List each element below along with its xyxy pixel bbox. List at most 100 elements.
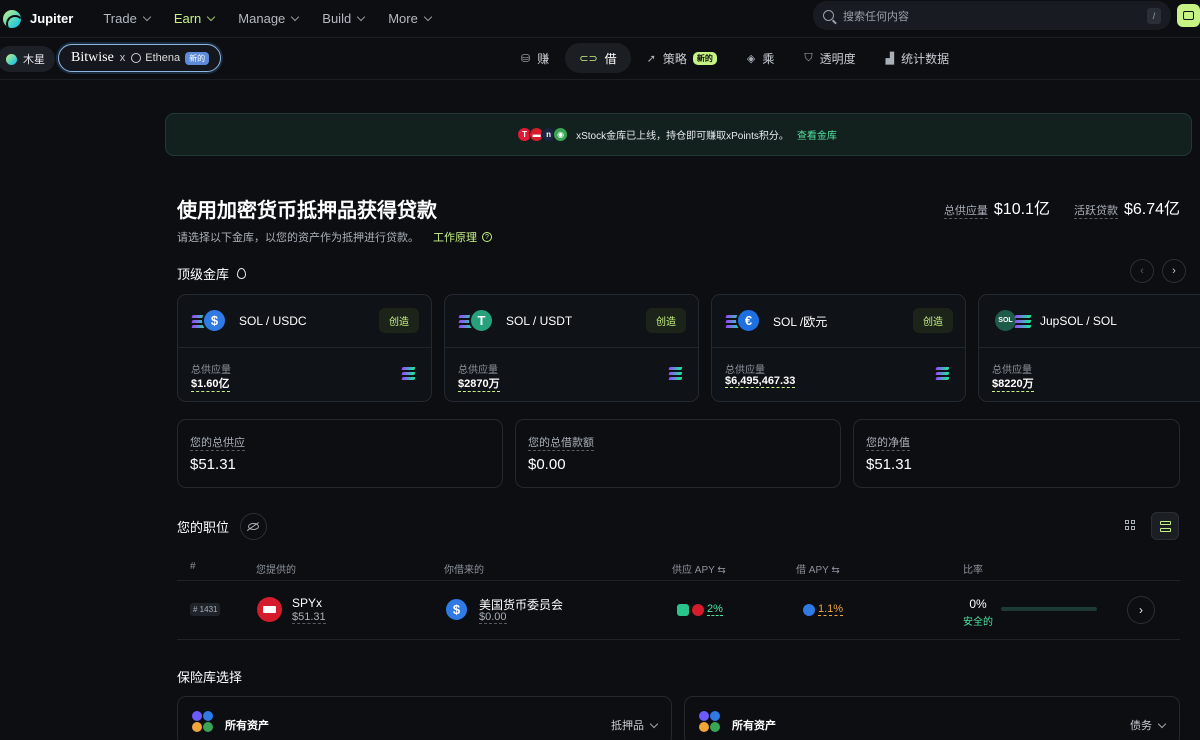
partner-x: x xyxy=(119,52,126,64)
asset-stack-icon xyxy=(699,711,721,733)
nav-earn[interactable]: Earn xyxy=(173,11,216,26)
open-position-button[interactable]: › xyxy=(1127,596,1155,624)
xstock-coins: T ▬ n ◉ xyxy=(517,127,569,142)
vault-card-sol-eur[interactable]: € SOL /欧元 创造 总供应量 $6,495,467.33 xyxy=(711,294,966,402)
tab-transparency[interactable]: ⛉ 透明度 xyxy=(790,43,869,73)
col-supply-apy[interactable]: 供应 APY ⇆ xyxy=(672,561,726,576)
top-nav: Jupiter Trade Earn Manage Build More 搜索任… xyxy=(0,0,1200,38)
tab-multiply[interactable]: ◈ 乘 xyxy=(733,43,788,73)
create-button[interactable]: 创造 xyxy=(646,308,686,333)
search-input[interactable]: 搜索任何内容 / xyxy=(813,1,1171,30)
supplied-asset-value: $51.31 xyxy=(292,611,326,624)
list-icon xyxy=(1159,520,1171,525)
nav-more[interactable]: More xyxy=(388,11,433,26)
chevron-right-icon: › xyxy=(1139,603,1143,617)
chevron-down-icon xyxy=(207,12,216,22)
nav-manage-label: Manage xyxy=(238,11,286,26)
vault-name: SOL /欧元 xyxy=(773,314,828,329)
spyx-icon xyxy=(692,603,704,616)
sol-icon xyxy=(1014,315,1032,327)
vault-name: SOL / USDC xyxy=(239,314,307,328)
tab-strategy[interactable]: ➚ 策略 新的 xyxy=(633,43,731,73)
list-view-button[interactable] xyxy=(1151,512,1179,540)
create-button[interactable]: 创造 xyxy=(913,308,953,333)
nav-earn-label: Earn xyxy=(173,11,202,26)
partner-chip[interactable]: Bitwise x Ethena 新的 xyxy=(58,44,221,72)
chevron-down-icon xyxy=(423,12,433,22)
vault-name: JupSOL / SOL xyxy=(1040,314,1117,328)
summary-value: $0.00 xyxy=(528,456,566,473)
chevron-down-icon xyxy=(356,12,366,22)
position-ratio: 0% 安全的 xyxy=(963,597,993,628)
how-it-works-link[interactable]: 工作原理 xyxy=(433,229,477,245)
col-supplied: 您提供的 xyxy=(256,565,296,576)
wallet-button[interactable] xyxy=(1177,4,1200,27)
vault-supply-label: 总供应量 xyxy=(992,365,1032,376)
summary-label: 您的总供应 xyxy=(190,434,245,451)
summary-label: 您的总借款额 xyxy=(528,434,594,451)
collateral-dropdown[interactable]: 抵押品 xyxy=(611,717,659,733)
spyx-icon xyxy=(257,597,282,622)
vault-card-sol-usdc[interactable]: $ SOL / USDC 创造 总供应量 $1.60亿 xyxy=(177,294,432,402)
vault-card-jupsol-sol[interactable]: SOL JupSOL / SOL 总供应量 $8220万 xyxy=(978,294,1200,402)
collateral-dropdown-label: 抵押品 xyxy=(611,720,644,732)
page-subtitle: 请选择以下金库，以您的资产作为抵押进行贷款。 工作原理 ? xyxy=(177,229,492,245)
summary-value: $51.31 xyxy=(190,456,236,473)
vault-supply-value: $2870万 xyxy=(458,375,500,392)
reward-icon xyxy=(677,603,689,616)
summary-value: $51.31 xyxy=(866,456,912,473)
view-vaults-link[interactable]: 查看金库 xyxy=(797,127,837,142)
jupiter-chip[interactable]: 木星 xyxy=(0,46,55,72)
prev-button[interactable]: ‹ xyxy=(1130,259,1154,283)
new-badge: 新的 xyxy=(692,51,717,65)
tab-stats[interactable]: ▟ 统计数据 xyxy=(872,43,963,73)
summary-net-value: 您的净值 $51.31 xyxy=(853,419,1180,488)
nav-build[interactable]: Build xyxy=(322,11,366,26)
tab-multiply-label: 乘 xyxy=(762,51,775,66)
sol-icon xyxy=(668,367,683,379)
main-nav: Trade Earn Manage Build More xyxy=(103,11,454,26)
link-icon: ⊂⊃ xyxy=(579,52,598,65)
nav-manage[interactable]: Manage xyxy=(238,11,300,26)
create-button[interactable]: 创造 xyxy=(379,308,419,333)
page-title: 使用加密货币抵押品获得贷款 xyxy=(177,200,437,222)
sol-icon xyxy=(935,367,950,379)
next-button[interactable]: › xyxy=(1162,259,1186,283)
vault-supply-value: $1.60亿 xyxy=(191,375,230,392)
nvidia-coin-icon: ◉ xyxy=(553,127,569,142)
debt-dropdown[interactable]: 债务 xyxy=(1130,717,1167,733)
sub-nav: 木星 Bitwise x Ethena 新的 ⛁ 赚 ⊂⊃ 借 ➚ 策略 新的 ◈ 乘 ⛉… xyxy=(0,38,1200,80)
positions-title: 您的职位 xyxy=(177,513,268,540)
bitwise-logo: Bitwise xyxy=(71,50,114,65)
vault-card-sol-usdt[interactable]: T SOL / USDT 创造 总供应量 $2870万 xyxy=(444,294,699,402)
usdc-icon: $ xyxy=(444,597,469,622)
total-supply-value: $10.1亿 xyxy=(993,201,1050,218)
chevron-down-icon xyxy=(649,719,659,728)
nav-trade[interactable]: Trade xyxy=(103,11,152,26)
col-borrow-apy[interactable]: 借 APY ⇆ xyxy=(796,561,840,576)
ratio-value: 0% xyxy=(969,597,987,611)
vault-supply-label: 总供应量 xyxy=(191,365,231,376)
collateral-selector[interactable]: 所有资产 抵押品 xyxy=(177,696,672,740)
positions-label: 您的职位 xyxy=(177,520,230,535)
xstock-banner: T ▬ n ◉ xStock金库已上线，持仓即可赚取xPoints积分。 查看金… xyxy=(165,113,1192,156)
chevron-down-icon xyxy=(1157,719,1167,728)
divider xyxy=(177,580,1180,581)
flame-icon xyxy=(237,268,247,279)
nav-more-label: More xyxy=(388,11,418,26)
brand-logo[interactable]: Jupiter xyxy=(3,9,74,28)
nav-build-label: Build xyxy=(322,11,352,26)
tab-borrow[interactable]: ⊂⊃ 借 xyxy=(565,43,631,73)
hide-balance-toggle[interactable] xyxy=(240,513,268,540)
active-loans-value: $6.74亿 xyxy=(1123,201,1180,218)
active-loans-label: 活跃贷款 xyxy=(1073,202,1118,219)
brand-name: Jupiter xyxy=(30,11,74,26)
debt-selector[interactable]: 所有资产 债务 xyxy=(684,696,1180,740)
sol-usdc-pair-icon: $ xyxy=(191,308,227,334)
usdt-icon: T xyxy=(469,308,494,333)
subtitle-text: 请选择以下金库，以您的资产作为抵押进行贷款。 xyxy=(177,232,419,244)
position-id: # 1431 xyxy=(190,603,221,616)
grid-view-button[interactable] xyxy=(1119,513,1141,537)
layers-icon: ◈ xyxy=(746,52,756,65)
tab-earn[interactable]: ⛁ 赚 xyxy=(507,43,563,73)
